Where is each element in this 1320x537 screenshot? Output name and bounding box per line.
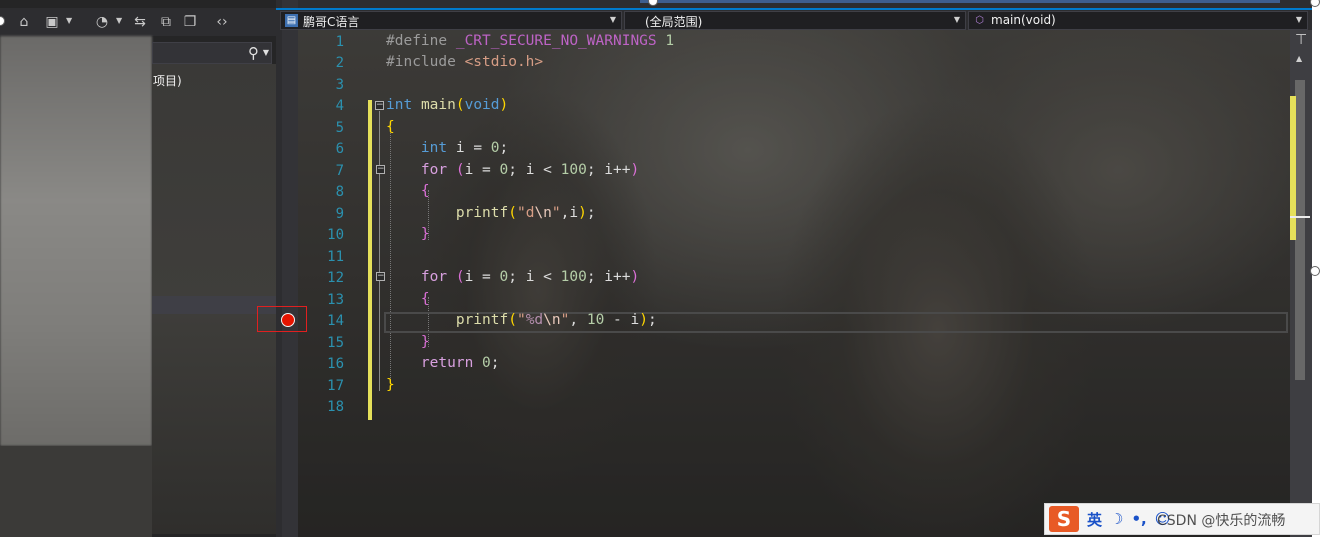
line-number: 6 (335, 141, 344, 157)
code-line-4[interactable]: int main(void) (386, 97, 508, 113)
fold-line (379, 111, 380, 391)
solution-explorer-panel: ⌂ ▣ ▼ ◔ ▼ ⇆ ⧉ ❐ ‹› ⚲ ▼ 项目) (0, 0, 276, 537)
code-line-10[interactable]: } (386, 226, 430, 242)
line-number: 16 (327, 356, 344, 372)
code-line-12[interactable]: for (i = 0; i < 100; i++) (386, 269, 639, 285)
project-combo-label: 鹏哥C语言 (303, 15, 360, 29)
line-number: 11 (327, 249, 344, 265)
chevron-down-icon[interactable]: ▼ (263, 48, 269, 57)
vertical-scrollbar[interactable]: ⊤ ▲ (1290, 30, 1312, 537)
line-number: 3 (335, 77, 344, 93)
top-progress-strip (640, 0, 1280, 3)
breakpoint-icon[interactable] (281, 313, 295, 327)
chevron-down-icon[interactable]: ▼ (66, 16, 72, 25)
member-combo[interactable]: ⬡ main(void) ▼ (968, 11, 1308, 30)
sogou-logo-icon[interactable]: S (1049, 506, 1079, 532)
punctuation-icon[interactable]: •, (1131, 510, 1146, 528)
line-number: 12 (327, 270, 344, 286)
line-number: 8 (335, 184, 344, 200)
csdn-watermark: CSDN @快乐的流畅 (1157, 513, 1286, 529)
scope-combo[interactable]: (全局范围) ▼ (624, 11, 966, 30)
code-line-8[interactable]: { (386, 183, 430, 199)
code-line-5[interactable]: { (386, 119, 395, 135)
code-editor[interactable]: − − − 1 2 3 4 5 6 7 8 9 10 11 12 13 14 1… (298, 30, 1290, 537)
search-icon[interactable]: ⚲ (248, 44, 259, 62)
split-window-icon[interactable]: ⊤ (1295, 32, 1307, 48)
line-number: 14 (327, 313, 344, 329)
change-tracking-bar (368, 100, 372, 420)
home-icon[interactable]: ⌂ (14, 12, 34, 32)
scrollbar-thumb[interactable] (1295, 80, 1305, 380)
moon-icon[interactable]: ☽ (1110, 510, 1123, 528)
line-number: 2 (335, 55, 344, 71)
chevron-down-icon[interactable]: ▼ (1296, 15, 1302, 24)
line-number: 10 (327, 227, 344, 243)
line-number: 5 (335, 120, 344, 136)
scope-combo-label: (全局范围) (645, 15, 703, 29)
code-view-icon[interactable]: ‹› (212, 12, 232, 32)
line-number: 7 (335, 163, 344, 179)
tree-item-project[interactable]: 项目) (153, 72, 182, 89)
code-line-16[interactable]: return 0; (386, 355, 500, 371)
code-line-13[interactable]: { (386, 291, 430, 307)
line-number: 13 (327, 292, 344, 308)
blurred-region (0, 36, 152, 446)
code-line-7[interactable]: for (i = 0; i < 100; i++) (386, 162, 639, 178)
ime-toolbar: S 英 ☽ •, ☺ CSDN @快乐的流畅 (1044, 503, 1320, 535)
pending-changes-icon[interactable]: ◔ (92, 12, 112, 32)
sync-icon[interactable]: ⇆ (130, 12, 150, 32)
line-number: 17 (327, 378, 344, 394)
line-number: 1 (335, 34, 344, 50)
function-icon: ⬡ (975, 15, 984, 26)
line-number: 15 (327, 335, 344, 351)
project-combo[interactable]: ▤ 鹏哥C语言 ▼ (280, 11, 622, 30)
member-combo-label: main(void) (991, 13, 1056, 27)
scrollbar-change-marker (1290, 96, 1296, 240)
chevron-down-icon[interactable]: ▼ (610, 15, 616, 24)
line-number: 18 (327, 399, 344, 415)
resize-handle[interactable] (1310, 266, 1320, 276)
show-all-files-icon[interactable]: ❐ (180, 12, 200, 32)
blurred-region-bottom (0, 446, 152, 537)
solution-explorer-toolbar: ⌂ ▣ ▼ ◔ ▼ ⇆ ⧉ ❐ ‹› (0, 8, 276, 36)
code-line-1[interactable]: #define _CRT_SECURE_NO_WARNINGS 1 (386, 33, 674, 49)
code-line-6[interactable]: int i = 0; (386, 140, 508, 156)
switch-views-icon[interactable]: ▣ (42, 12, 62, 32)
scrollbar-caret-marker (1290, 216, 1310, 218)
c-file-icon: ▤ (285, 14, 298, 27)
code-line-9[interactable]: printf("d\n",i); (386, 205, 596, 221)
collapse-all-icon[interactable]: ⧉ (156, 12, 176, 32)
code-line-17[interactable]: } (386, 377, 395, 393)
fold-toggle-icon[interactable]: − (376, 272, 385, 281)
code-line-15[interactable]: } (386, 334, 430, 350)
chevron-down-icon[interactable]: ▼ (116, 16, 122, 25)
fold-toggle-icon[interactable]: − (376, 165, 385, 174)
search-solution-input[interactable]: ⚲ ▼ (152, 42, 272, 64)
indicator-margin[interactable] (282, 0, 298, 537)
fold-toggle-icon[interactable]: − (375, 101, 384, 110)
code-line-2[interactable]: #include <stdio.h> (386, 54, 543, 70)
ime-language-toggle[interactable]: 英 (1087, 509, 1102, 530)
line-number: 4 (335, 98, 344, 114)
line-number: 9 (335, 206, 344, 222)
chevron-down-icon[interactable]: ▼ (954, 15, 960, 24)
code-line-14[interactable]: printf("%d\n", 10 - i); (386, 312, 657, 328)
scroll-up-icon[interactable]: ▲ (1296, 54, 1302, 63)
navigation-bar: ▤ 鹏哥C语言 ▼ (全局范围) ▼ ⬡ main(void) ▼ (276, 8, 1312, 30)
